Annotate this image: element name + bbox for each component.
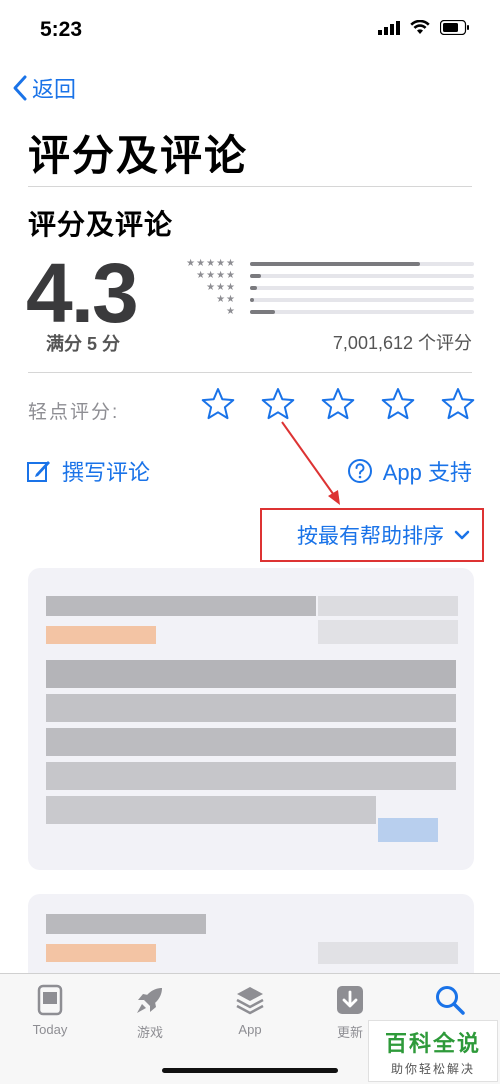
rating-bar-1-star — [250, 310, 474, 314]
rating-bar-fill — [250, 262, 421, 266]
rate-star-3-icon[interactable] — [320, 386, 356, 422]
review-text-line — [46, 694, 456, 722]
app-support-button[interactable]: App 支持 — [347, 455, 472, 487]
rate-star-5-icon[interactable] — [440, 386, 476, 422]
three-star-label: ★★★ — [206, 282, 236, 293]
average-score: 4.3 — [26, 246, 139, 340]
chevron-down-icon — [454, 530, 470, 540]
tab-label: App — [238, 1022, 262, 1037]
watermark-title: 百科全说 — [384, 1030, 481, 1056]
tab-label: Today — [32, 1022, 68, 1037]
wifi-icon — [410, 20, 430, 34]
sort-dropdown[interactable]: 按最有帮助排序 — [260, 508, 484, 562]
review-card[interactable] — [28, 568, 474, 870]
write-review-label: 撰写评论 — [62, 460, 151, 485]
rocket-icon — [137, 988, 162, 1013]
battery-icon — [440, 20, 469, 35]
review-text-line — [46, 728, 456, 756]
review-text-line — [46, 660, 456, 688]
review-text-line — [46, 762, 456, 790]
rating-bar-fill — [250, 298, 255, 302]
review-text-line — [46, 796, 376, 824]
search-icon — [436, 986, 465, 1015]
back-label: 返回 — [32, 77, 77, 102]
app-support-label: App 支持 — [382, 460, 472, 485]
back-button[interactable]: 返回 — [12, 72, 76, 104]
tab-label: 游戏 — [136, 1025, 163, 1040]
header-divider — [28, 186, 472, 187]
rating-bar-fill — [250, 286, 257, 290]
tab-label: 更新 — [336, 1025, 363, 1040]
help-circle-icon — [347, 459, 372, 483]
watermark: 百科全说 助你轻松解决 — [368, 1020, 498, 1082]
two-star-label: ★★ — [216, 294, 236, 305]
rating-bar-2-star — [250, 298, 474, 302]
apps-stack-icon — [236, 987, 264, 1015]
one-star-label: ★ — [226, 306, 236, 317]
rating-bar-3-star — [250, 286, 474, 290]
download-icon — [337, 986, 363, 1014]
more-link-redacted — [378, 818, 438, 842]
sort-label: 按最有帮助排序 — [297, 525, 444, 548]
status-bar: 5:23 — [0, 0, 500, 60]
status-time: 5:23 — [40, 18, 83, 41]
review-card[interactable] — [28, 894, 474, 984]
four-star-label: ★★★★ — [196, 270, 236, 281]
rate-star-2-icon[interactable] — [260, 386, 296, 422]
rate-star-1-icon[interactable] — [200, 386, 236, 422]
watermark-subtitle: 助你轻松解决 — [390, 1061, 475, 1076]
ratings-divider — [28, 372, 472, 373]
rating-bar-fill — [250, 310, 275, 314]
ratings-section-title: 评分及评论 — [28, 209, 174, 240]
tap-to-rate-label: 轻点评分: — [28, 402, 120, 423]
rating-bar-4-star — [250, 274, 474, 278]
signal-icon — [378, 20, 400, 35]
write-review-button[interactable]: 撰写评论 — [26, 455, 150, 487]
rating-distribution — [250, 258, 474, 322]
tap-to-rate-stars — [200, 386, 476, 422]
tab-today[interactable]: Today — [0, 974, 100, 1084]
five-star-label: ★★★★★ — [186, 258, 236, 269]
review-stars-redacted — [46, 944, 156, 962]
rate-star-4-icon[interactable] — [380, 386, 416, 422]
rating-count: 7,001,612 个评分 — [332, 333, 472, 353]
status-icons — [378, 20, 470, 35]
compose-icon — [27, 461, 50, 482]
rating-bar-5-star — [250, 262, 474, 266]
star-labels: ★★★★★ ★★★★ ★★★ ★★ ★ — [176, 258, 236, 318]
out-of-label: 满分 5 分 — [46, 334, 121, 354]
review-date-redacted — [318, 596, 458, 616]
review-title-redacted — [46, 596, 316, 616]
review-author-redacted — [318, 942, 458, 964]
review-stars-redacted — [46, 626, 156, 644]
rating-bar-fill — [250, 274, 262, 278]
chevron-left-icon — [13, 75, 27, 101]
review-title-redacted — [46, 914, 206, 934]
home-indicator — [162, 1068, 338, 1073]
page-title: 评分及评论 — [28, 132, 249, 179]
today-icon — [37, 984, 63, 1016]
review-author-redacted — [318, 620, 458, 644]
